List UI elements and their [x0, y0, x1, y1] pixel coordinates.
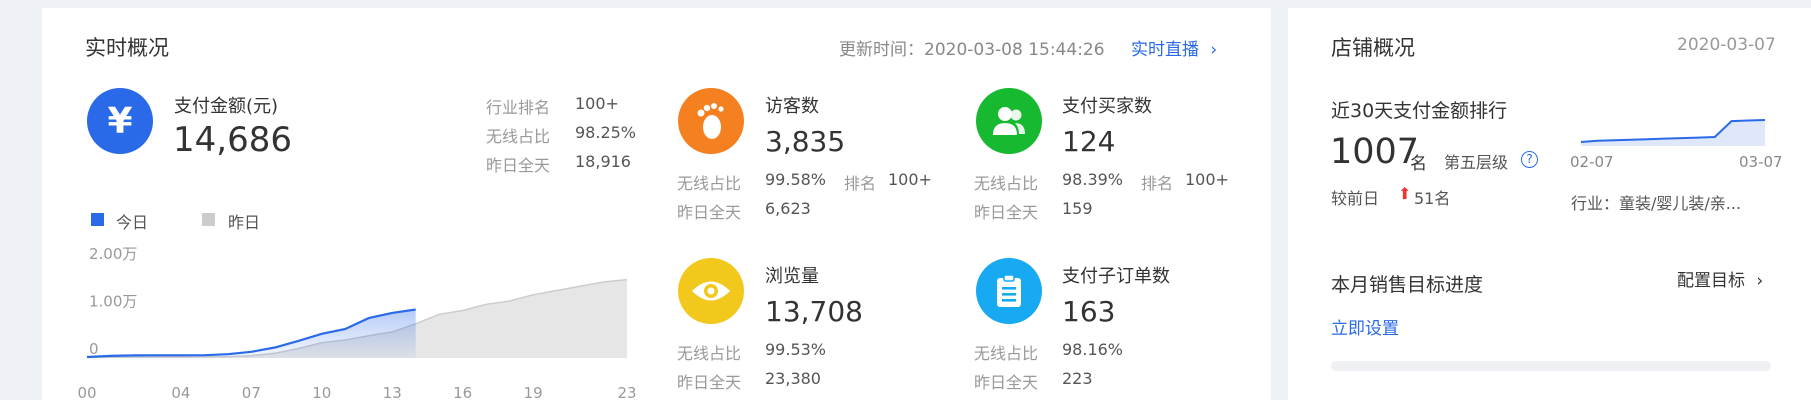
set-target-link[interactable]: 立即设置: [1331, 314, 1399, 339]
payment-yesterday-value: 18,916: [575, 152, 631, 171]
chevron-right-icon: ›: [1210, 40, 1218, 60]
visitors-wireless-value: 99.58%: [765, 170, 827, 189]
buyers-rank-label: 排名: [1141, 174, 1174, 193]
pageviews-wireless-label: 无线占比: [677, 344, 742, 363]
yuan-icon: ¥: [87, 88, 153, 154]
visitors-label: 访客数: [765, 96, 819, 117]
rank-title: 近30天支付金额排行: [1331, 100, 1508, 122]
suborders-yesterday-label: 昨日全天: [974, 373, 1039, 392]
buyers-wireless-label: 无线占比: [974, 174, 1039, 193]
compare-value: 51名: [1414, 189, 1451, 208]
pageviews-value: 13,708: [765, 295, 863, 328]
legend-yesterday-swatch: [202, 213, 215, 226]
payment-wireless-value: 98.25%: [575, 123, 637, 142]
trend-end-label: 03-07: [1739, 153, 1783, 171]
pageviews-yesterday-value: 23,380: [765, 369, 821, 388]
arrow-up-icon: ⬆: [1398, 184, 1412, 203]
buyers-label: 支付买家数: [1062, 96, 1152, 117]
rank-unit: 名: [1410, 154, 1427, 174]
question-icon[interactable]: ?: [1521, 151, 1538, 168]
suborders-label: 支付子订单数: [1062, 266, 1170, 287]
visitors-yesterday-label: 昨日全天: [677, 203, 742, 222]
trend-start-label: 02-07: [1570, 153, 1614, 171]
buyers-rank-value: 100+: [1185, 170, 1229, 189]
legend-today-swatch: [91, 213, 104, 226]
visitors-rank-value: 100+: [888, 170, 932, 189]
shop-overview-card: 店铺概况 2020-03-07 近30天支付金额排行 1007 名 第五层级 ?…: [1288, 8, 1811, 400]
x-tick-label: 16: [453, 384, 472, 400]
x-tick-label: 23: [617, 384, 636, 400]
shop-date: 2020-03-07: [1677, 35, 1776, 55]
users-icon: [976, 88, 1042, 154]
footprint-icon: [678, 88, 744, 154]
payment-wireless-label: 无线占比: [486, 127, 551, 146]
visitors-yesterday-value: 6,623: [765, 199, 811, 218]
y-tick-label: 2.00万: [89, 245, 137, 263]
config-target-link[interactable]: 配置目标 ›: [1677, 266, 1763, 291]
realtime-title: 实时概况: [85, 36, 169, 60]
live-link[interactable]: 实时直播 ›: [1131, 35, 1217, 60]
clipboard-icon: [976, 258, 1042, 324]
rank-trend-sparkline: [1580, 119, 1766, 146]
x-tick-label: 13: [383, 384, 402, 400]
visitors-rank-label: 排名: [844, 174, 877, 193]
payment-yesterday-label: 昨日全天: [486, 156, 551, 175]
y-tick-label: 1.00万: [89, 293, 137, 311]
update-time: 更新时间：2020-03-08 15:44:26: [839, 35, 1105, 60]
payment-value: 14,686: [173, 120, 292, 160]
realtime-overview-card: 实时概况 更新时间：2020-03-08 15:44:26 实时直播 › ¥ 支…: [42, 8, 1271, 400]
target-title: 本月销售目标进度: [1331, 274, 1484, 296]
legend-today[interactable]: 今日: [116, 209, 148, 233]
buyers-yesterday-label: 昨日全天: [974, 203, 1039, 222]
shop-title: 店铺概况: [1331, 36, 1415, 60]
eye-icon: [678, 258, 744, 324]
payment-label: 支付金额(元): [174, 96, 279, 117]
suborders-wireless-value: 98.16%: [1062, 340, 1124, 359]
chevron-right-icon: ›: [1756, 271, 1764, 291]
visitors-value: 3,835: [765, 125, 846, 158]
rank-value: 1007: [1330, 132, 1420, 172]
live-link-label: 实时直播: [1131, 40, 1199, 60]
pageviews-yesterday-label: 昨日全天: [677, 373, 742, 392]
buyers-wireless-value: 98.39%: [1062, 170, 1124, 189]
target-progress-bar: [1331, 361, 1771, 371]
realtime-trend-chart: 0 1.00万 2.00万 00 04 07 10 13 16 19 23: [77, 245, 636, 400]
suborders-value: 163: [1062, 295, 1116, 328]
x-tick-label: 00: [77, 384, 96, 400]
x-tick-label: 07: [242, 384, 261, 400]
x-tick-label: 04: [171, 384, 190, 400]
buyers-value: 124: [1062, 125, 1116, 158]
industry-label: 行业：童装/婴儿装/亲...: [1571, 194, 1742, 213]
compare-label: 较前日: [1331, 189, 1380, 208]
update-label: 更新时间：: [839, 40, 924, 60]
visitors-wireless-label: 无线占比: [677, 174, 742, 193]
pageviews-wireless-value: 99.53%: [765, 340, 827, 359]
buyers-yesterday-value: 159: [1062, 199, 1093, 218]
pageviews-label: 浏览量: [765, 266, 819, 287]
suborders-yesterday-value: 223: [1062, 369, 1093, 388]
y-tick-label: 0: [89, 340, 99, 358]
update-time-value: 2020-03-08 15:44:26: [924, 40, 1105, 60]
x-tick-label: 10: [312, 384, 331, 400]
sparkline-area: [1581, 120, 1765, 146]
config-target-label: 配置目标: [1677, 271, 1745, 291]
payment-rank-value: 100+: [575, 94, 619, 113]
suborders-wireless-label: 无线占比: [974, 344, 1039, 363]
legend-yesterday[interactable]: 昨日: [228, 209, 260, 233]
payment-rank-label: 行业排名: [486, 98, 551, 117]
x-tick-label: 19: [524, 384, 543, 400]
tier-label: 第五层级: [1444, 153, 1509, 172]
